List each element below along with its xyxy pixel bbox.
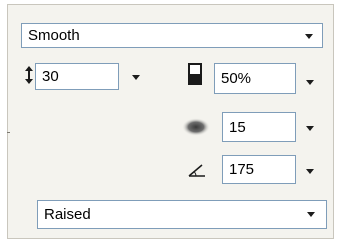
opacity-value: 50% [221,70,252,87]
bevel-settings-panel: Smooth 30 50% 15 175 Raised [7,4,334,239]
opacity-chevron-down-icon[interactable] [306,80,314,85]
style-chevron-down-icon[interactable] [307,212,315,217]
angle-icon [188,164,205,177]
interpolation-dropdown[interactable]: Smooth [21,23,323,48]
style-value: Raised [44,206,91,223]
angle-chevron-down-icon[interactable] [306,169,314,174]
interpolation-chevron-down-icon[interactable] [305,34,313,39]
angle-input[interactable]: 175 [222,155,296,184]
vertical-resize-icon [25,66,33,84]
style-dropdown[interactable]: Raised [37,200,327,229]
spacing-chevron-down-icon[interactable] [132,75,140,80]
opacity-icon [188,63,202,85]
blur-value: 15 [229,118,246,136]
interpolation-value: Smooth [28,27,80,44]
blur-icon [182,118,210,136]
spacing-value: 30 [42,68,59,85]
angle-value: 175 [229,161,255,178]
blur-chevron-down-icon[interactable] [306,126,314,131]
spacing-input[interactable]: 30 [35,63,119,90]
panel-tick [7,132,10,133]
blur-input[interactable]: 15 [222,112,296,142]
opacity-input[interactable]: 50% [214,63,296,94]
